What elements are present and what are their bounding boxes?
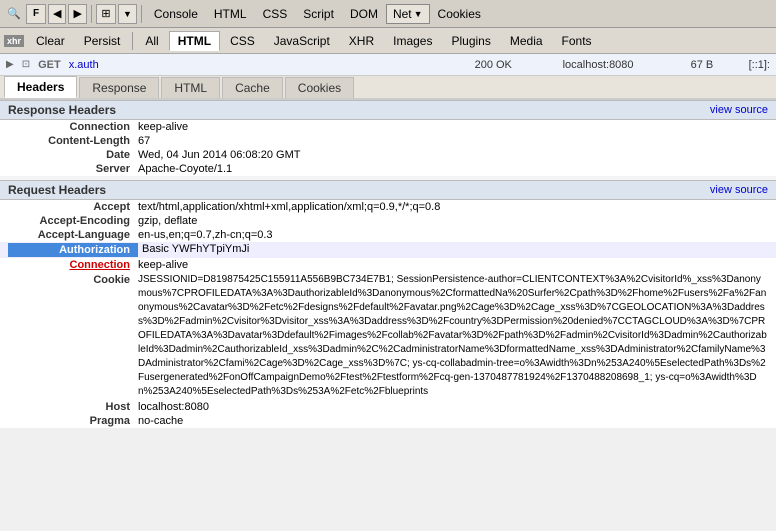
devtools-menu-bar: 🔍 F ◀ ▶ ⊞ ▼ Console HTML CSS Script DOM … xyxy=(0,0,776,28)
back-button[interactable]: ◀ xyxy=(48,4,66,24)
header-authorization: Authorization Basic YWFhYTpiYmJi xyxy=(0,242,776,258)
menu-css[interactable]: CSS xyxy=(255,5,296,23)
xhr-filter-btn[interactable]: XHR xyxy=(340,31,383,51)
request-status: 200 OK xyxy=(475,59,555,71)
tab-html[interactable]: HTML xyxy=(161,77,220,98)
tab-cache[interactable]: Cache xyxy=(222,77,283,98)
header-name-accept-language: Accept-Language xyxy=(8,229,138,241)
request-time: [::1]: xyxy=(749,59,770,71)
header-pragma: Pragma no-cache xyxy=(0,414,776,428)
separator2 xyxy=(141,5,142,23)
header-name-server: Server xyxy=(8,163,138,175)
headers-panel: Response Headers view source Connection … xyxy=(0,100,776,428)
tab-cookies[interactable]: Cookies xyxy=(285,77,354,98)
header-accept-encoding: Accept-Encoding gzip, deflate xyxy=(0,214,776,228)
header-name-content-length: Content-Length xyxy=(8,135,138,147)
firebug-icon[interactable]: F xyxy=(26,4,46,24)
header-date: Date Wed, 04 Jun 2014 06:08:20 GMT xyxy=(0,148,776,162)
request-headers-label: Request Headers xyxy=(8,183,106,197)
request-view-source[interactable]: view source xyxy=(710,184,768,196)
menu-dom[interactable]: DOM xyxy=(342,5,386,23)
tab-response[interactable]: Response xyxy=(79,77,159,98)
header-name-host: Host xyxy=(8,401,138,413)
header-name-accept-encoding: Accept-Encoding xyxy=(8,215,138,227)
header-value-accept-language: en-us,en;q=0.7,zh-cn;q=0.3 xyxy=(138,229,768,241)
request-icon: ⊡ xyxy=(22,59,30,70)
request-host: localhost:8080 xyxy=(563,59,683,71)
panel-tabs: Headers Response HTML Cache Cookies xyxy=(0,76,776,100)
menu-console[interactable]: Console xyxy=(146,5,206,23)
xhr-icon: xhr xyxy=(4,35,24,47)
sep3 xyxy=(132,32,133,50)
expand-icon[interactable]: ▶ xyxy=(6,59,14,70)
request-headers-title: Request Headers view source xyxy=(0,180,776,200)
response-headers-label: Response Headers xyxy=(8,103,116,117)
images-filter-btn[interactable]: Images xyxy=(384,31,441,51)
tab-headers[interactable]: Headers xyxy=(4,76,77,98)
request-method: GET xyxy=(38,59,61,71)
header-value-host: localhost:8080 xyxy=(138,401,768,413)
header-value-date: Wed, 04 Jun 2014 06:08:20 GMT xyxy=(138,149,768,161)
menu-html[interactable]: HTML xyxy=(206,5,255,23)
header-value-cookie: JSESSIONID=D819875425C155911A556B9BC734E… xyxy=(138,273,768,399)
css-filter-btn[interactable]: CSS xyxy=(221,31,264,51)
media-filter-btn[interactable]: Media xyxy=(501,31,552,51)
header-name-req-connection: Connection xyxy=(8,259,138,271)
header-req-connection: Connection keep-alive xyxy=(0,258,776,272)
menu-cookies[interactable]: Cookies xyxy=(430,5,489,23)
header-name-pragma: Pragma xyxy=(8,415,138,427)
net-dropdown: ▼ xyxy=(414,9,423,19)
header-accept-language: Accept-Language en-us,en;q=0.7,zh-cn;q=0… xyxy=(0,228,776,242)
menu-bar: Console HTML CSS Script DOM Net ▼ Cookie… xyxy=(146,4,489,24)
header-value-content-length: 67 xyxy=(138,135,768,147)
all-btn[interactable]: All xyxy=(136,31,167,51)
menu-net[interactable]: Net ▼ xyxy=(386,4,430,24)
plugins-filter-btn[interactable]: Plugins xyxy=(442,31,499,51)
forward-button[interactable]: ▶ xyxy=(68,4,86,24)
header-name-connection: Connection xyxy=(8,121,138,133)
fonts-filter-btn[interactable]: Fonts xyxy=(553,31,601,51)
header-name-authorization: Authorization xyxy=(8,243,138,257)
header-value-req-connection: keep-alive xyxy=(138,259,768,271)
header-server: Server Apache-Coyote/1.1 xyxy=(0,162,776,176)
response-headers-title: Response Headers view source xyxy=(0,100,776,120)
request-row[interactable]: ▶ ⊡ GET x.auth 200 OK localhost:8080 67 … xyxy=(0,54,776,76)
html-filter-btn[interactable]: HTML xyxy=(169,31,220,51)
persist-btn[interactable]: Persist xyxy=(75,31,130,51)
net-filter-toolbar: xhr Clear Persist All HTML CSS JavaScrip… xyxy=(0,28,776,54)
header-connection: Connection keep-alive xyxy=(0,120,776,134)
header-host: Host localhost:8080 xyxy=(0,400,776,414)
inspect-icon[interactable]: 🔍 xyxy=(4,4,24,24)
header-name-cookie: Cookie xyxy=(8,273,138,286)
header-value-accept: text/html,application/xhtml+xml,applicat… xyxy=(138,201,768,213)
header-value-server: Apache-Coyote/1.1 xyxy=(138,163,768,175)
net-label: Net xyxy=(393,7,412,21)
menu-script[interactable]: Script xyxy=(295,5,342,23)
request-size: 67 B xyxy=(691,59,741,71)
clear-btn[interactable]: Clear xyxy=(27,31,74,51)
js-filter-btn[interactable]: JavaScript xyxy=(265,31,339,51)
header-name-date: Date xyxy=(8,149,138,161)
header-accept: Accept text/html,application/xhtml+xml,a… xyxy=(0,200,776,214)
response-view-source[interactable]: view source xyxy=(710,104,768,116)
header-value-pragma: no-cache xyxy=(138,415,768,427)
header-content-length: Content-Length 67 xyxy=(0,134,776,148)
header-value-authorization: Basic YWFhYTpiYmJi xyxy=(138,243,768,257)
window-icon[interactable]: ⊞ xyxy=(96,4,116,24)
header-value-accept-encoding: gzip, deflate xyxy=(138,215,768,227)
separator xyxy=(91,5,92,23)
header-value-connection: keep-alive xyxy=(138,121,768,133)
request-url: x.auth xyxy=(69,59,467,71)
header-cookie: Cookie JSESSIONID=D819875425C155911A556B… xyxy=(0,272,776,400)
header-name-accept: Accept xyxy=(8,201,138,213)
dropdown-button[interactable]: ▼ xyxy=(118,4,137,24)
